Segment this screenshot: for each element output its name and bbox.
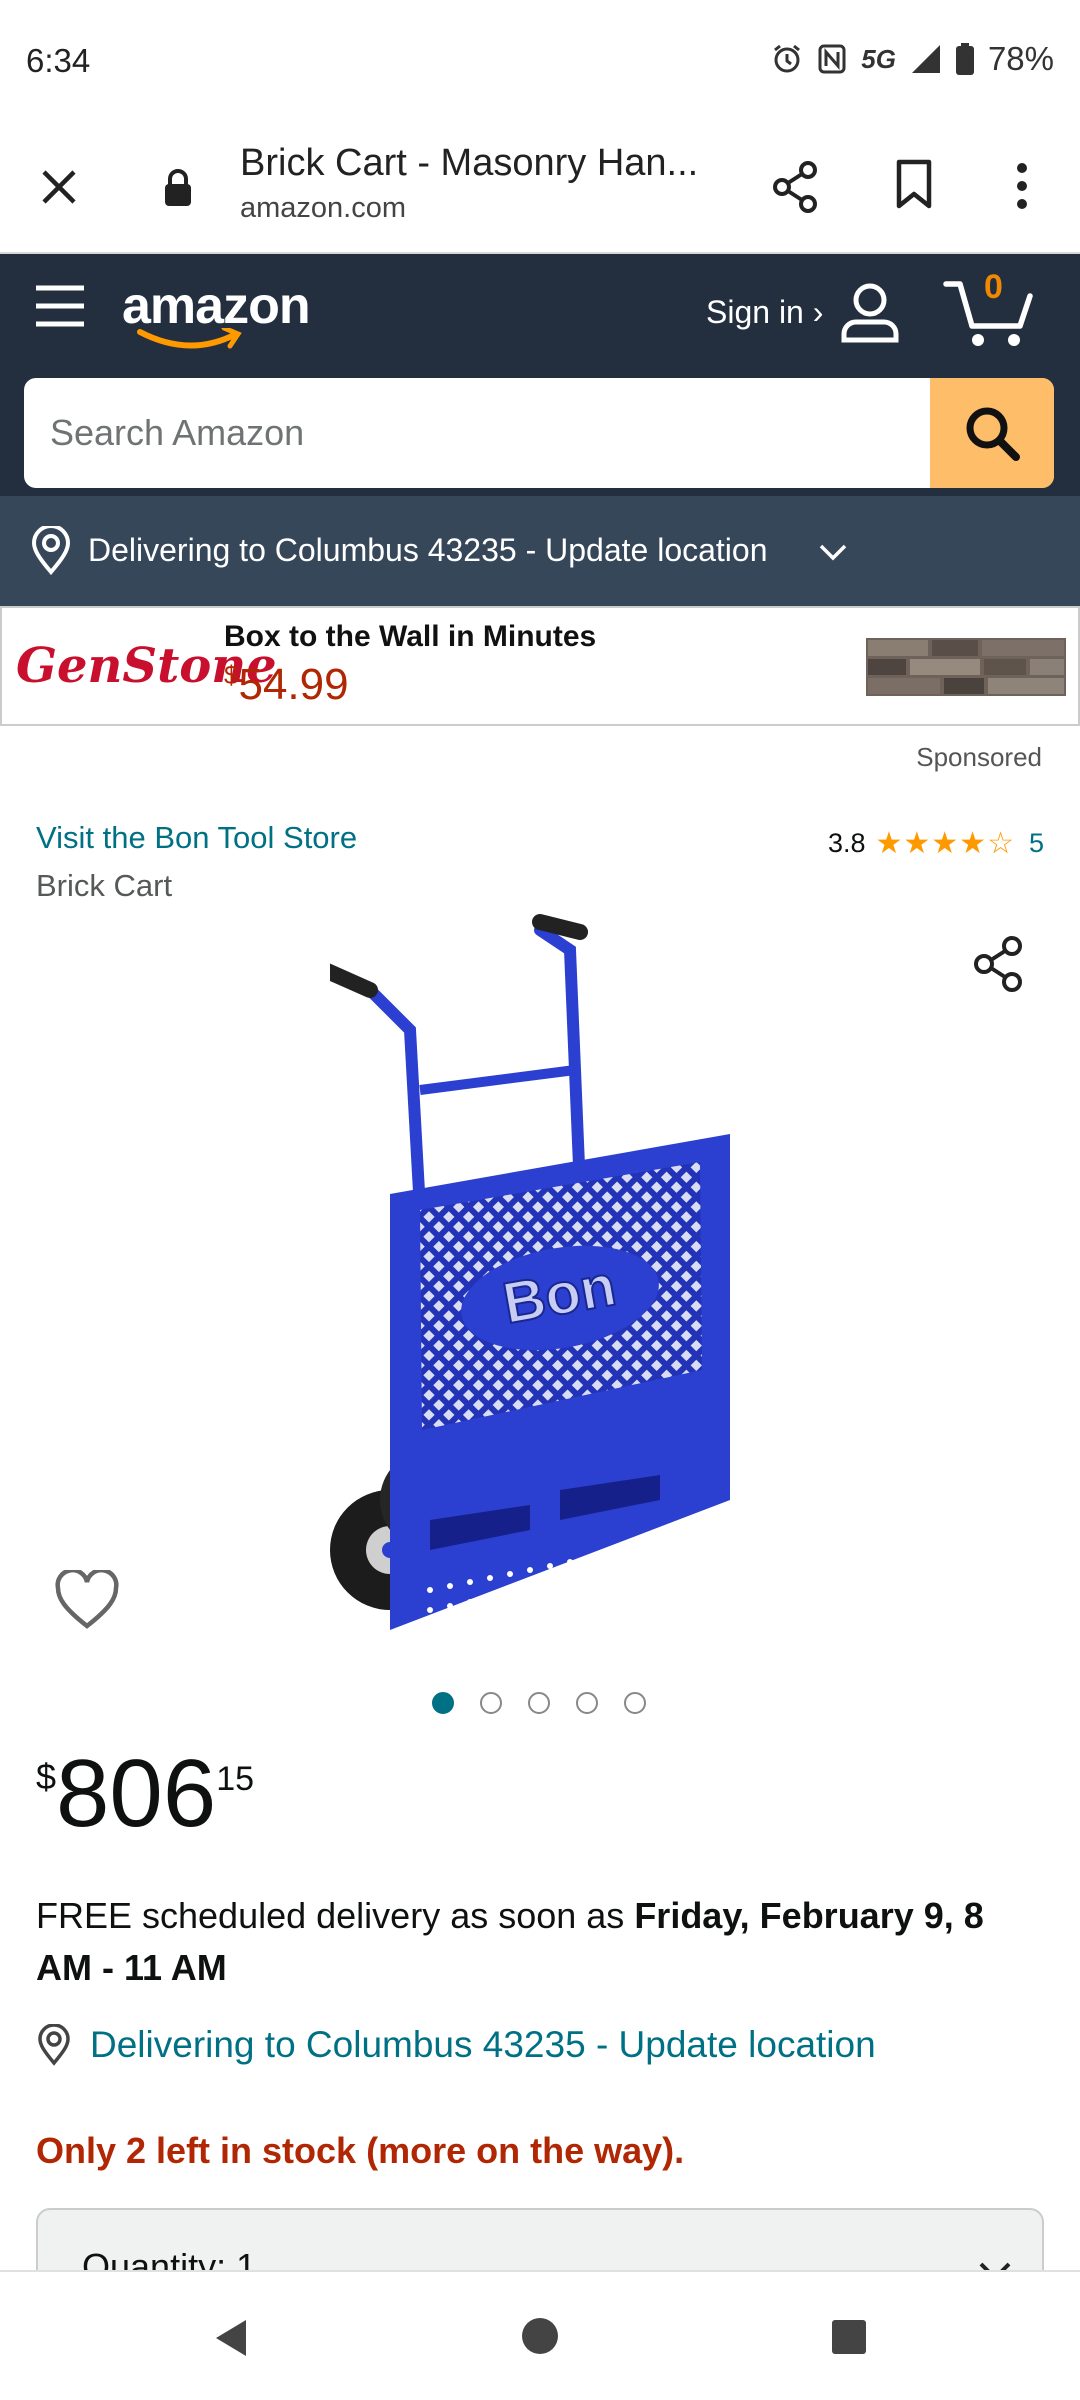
carousel-dot[interactable] (480, 1692, 502, 1714)
status-bar: 6:34 5G 78% (0, 0, 1080, 128)
close-icon[interactable] (40, 168, 78, 206)
store-link[interactable]: Visit the Bon Tool Store (36, 820, 357, 856)
carousel-dot[interactable] (624, 1692, 646, 1714)
battery-level: 78% (987, 40, 1054, 77)
stock-status: Only 2 left in stock (more on the way). (36, 2130, 685, 2171)
price-whole: 806 (56, 1740, 217, 1847)
page-title[interactable]: Brick Cart - Masonry Han... (240, 142, 698, 185)
search-button[interactable] (930, 378, 1054, 488)
search-icon (966, 407, 1020, 461)
system-navigation-bar (0, 2270, 1080, 2400)
status-time: 6:34 (26, 42, 91, 79)
sign-in-link[interactable]: Sign in › (706, 294, 823, 331)
sponsored-label[interactable]: Sponsored (916, 742, 1042, 773)
product-name: Brick Cart (36, 868, 173, 903)
price-fraction: 15 (216, 1760, 255, 1798)
cart-count: 0 (984, 268, 1003, 306)
back-icon[interactable] (210, 2316, 250, 2360)
alarm-icon (774, 44, 801, 73)
more-menu-icon[interactable] (1012, 160, 1032, 212)
page-domain[interactable]: amazon.com (240, 192, 406, 225)
nfc-icon (818, 44, 846, 74)
location-pin-icon (38, 2024, 70, 2066)
wishlist-heart-icon[interactable] (54, 1570, 120, 1630)
signal-icon (911, 45, 940, 73)
ad-price: $54.99 (224, 660, 349, 709)
delivery-location-text[interactable]: Delivering to Columbus 43235 - Update lo… (88, 532, 768, 569)
delivery-estimate: FREE scheduled delivery as soon as Frida… (36, 1895, 984, 1988)
home-icon[interactable] (520, 2316, 560, 2356)
search-input[interactable]: Search Amazon (50, 412, 304, 454)
battery-icon (955, 43, 974, 75)
product-image[interactable]: Bon (330, 910, 750, 1650)
network-label: 5G (861, 43, 896, 74)
product-price: $ 806 15 (36, 1746, 254, 1842)
amazon-logo[interactable]: amazon (122, 276, 311, 349)
carousel-dot[interactable] (432, 1692, 454, 1714)
carousel-dot[interactable] (576, 1692, 598, 1714)
status-icons: 5G 78% (771, 40, 1054, 78)
browser-toolbar: Brick Cart - Masonry Han... amazon.com (0, 128, 1080, 254)
share-icon[interactable] (770, 160, 820, 214)
delivery-location-bar[interactable]: Delivering to Columbus 43235 - Update lo… (0, 496, 1080, 606)
rating-count[interactable]: 5 (1029, 828, 1044, 859)
product-rating[interactable]: 3.8 ★★★★☆ 5 (828, 826, 1044, 861)
rating-value: 3.8 (827, 828, 866, 858)
star-rating-icon: ★★★★☆ (875, 827, 1015, 860)
delivery-location-link[interactable]: Delivering to Columbus 43235 - Update lo… (36, 2024, 876, 2066)
lock-icon[interactable] (162, 168, 194, 208)
recent-apps-icon[interactable] (830, 2318, 868, 2356)
account-icon[interactable] (838, 280, 902, 344)
hamburger-menu-icon[interactable] (34, 284, 86, 328)
price-currency: $ (36, 1756, 57, 1797)
bookmark-icon[interactable] (894, 158, 934, 210)
amazon-smile-icon (137, 328, 242, 349)
ad-headline: Box to the Wall in Minutes (224, 620, 597, 653)
image-carousel-dots[interactable] (432, 1692, 646, 1714)
search-bar[interactable]: Search Amazon (24, 378, 1054, 488)
share-product-icon[interactable] (970, 934, 1026, 994)
sponsored-ad-banner[interactable]: GenStone Box to the Wall in Minutes $54.… (0, 606, 1080, 726)
ad-stone-image (866, 638, 1066, 696)
carousel-dot[interactable] (528, 1692, 550, 1714)
location-pin-icon (31, 526, 71, 576)
chevron-down-icon (819, 544, 847, 561)
amazon-header: amazon Sign in › 0 Search Amazon (0, 254, 1080, 496)
